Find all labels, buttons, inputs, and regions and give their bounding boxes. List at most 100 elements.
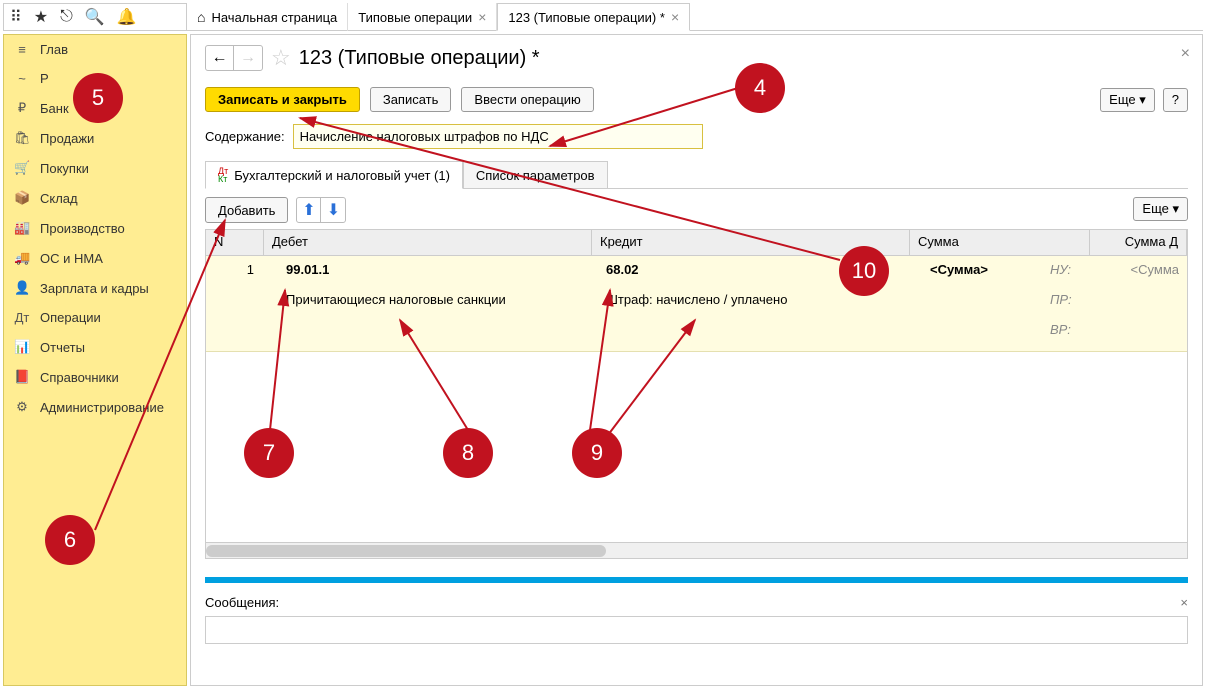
tab-label: 123 (Типовые операции) * — [508, 10, 665, 25]
close-icon[interactable]: × — [478, 9, 486, 25]
truck-icon: 🚚 — [14, 250, 30, 266]
sidebar-item-operations[interactable]: Дт Операции — [4, 303, 186, 332]
ruble-icon: ₽ — [14, 100, 30, 116]
close-messages-icon[interactable]: × — [1180, 595, 1188, 610]
bars-icon: 📊 — [14, 339, 30, 355]
sidebar-item-production[interactable]: 🏭 Производство — [4, 213, 186, 243]
sidebar-item-label: Отчеты — [40, 340, 85, 355]
cart-icon: 🛒 — [14, 160, 30, 176]
sidebar-item-label: Банк — [40, 101, 69, 116]
save-close-button[interactable]: Записать и закрыть — [205, 87, 360, 112]
badge-8: 8 — [443, 428, 493, 478]
star-icon[interactable]: ★ — [34, 7, 48, 27]
sidebar-item-refs[interactable]: 📕 Справочники — [4, 362, 186, 392]
menu-icon: ≡ — [14, 42, 30, 57]
tab-params[interactable]: Список параметров — [463, 161, 608, 188]
badge-7: 7 — [244, 428, 294, 478]
page-title: 123 (Типовые операции) * — [299, 47, 540, 70]
sidebar-item-label: Администрирование — [40, 400, 164, 415]
apps-icon[interactable]: ⠿ — [10, 7, 22, 27]
help-button[interactable]: ? — [1163, 88, 1188, 112]
sidebar-item-label: Операции — [40, 310, 101, 325]
credit-description: Штраф: начислено / уплачено — [606, 292, 787, 307]
move-down-button[interactable]: ⬇ — [321, 198, 345, 222]
accounting-grid: N Дебет Кредит Сумма Сумма Д 1 99.01.1 П… — [205, 229, 1188, 559]
badge-9: 9 — [572, 428, 622, 478]
person-icon: 👤 — [14, 280, 30, 296]
col-n[interactable]: N — [206, 230, 264, 255]
bell-icon[interactable]: 🔔 — [117, 7, 137, 27]
tab-home[interactable]: ⌂ Начальная страница — [187, 3, 348, 31]
sidebar: ≡Глав ~Р ₽Банк 🛍Продажи 🛒Покупки 📦Склад … — [3, 34, 187, 686]
content-input[interactable] — [293, 124, 703, 149]
sidebar-item-salary[interactable]: 👤Зарплата и кадры — [4, 273, 186, 303]
topbar: ⠿ ★ ⎋ 🔍 🔔 ⌂ Начальная страница Типовые о… — [3, 3, 1203, 31]
messages-body — [205, 616, 1188, 644]
dtkt-icon: Дт — [14, 310, 30, 325]
messages-label: Сообщения: — [205, 595, 279, 610]
tab-home-label: Начальная страница — [211, 10, 337, 25]
favorite-star-icon[interactable]: ☆ — [271, 45, 291, 71]
content-label: Содержание: — [205, 129, 285, 144]
close-page-icon[interactable]: × — [1181, 45, 1190, 63]
more-grid-button[interactable]: Еще ▾ — [1133, 197, 1188, 221]
save-button[interactable]: Записать — [370, 87, 452, 112]
sidebar-item-warehouse[interactable]: 📦Склад — [4, 183, 186, 213]
tab-typical-ops[interactable]: Типовые операции × — [348, 3, 497, 31]
sidebar-item-sales[interactable]: 🛍Продажи — [4, 123, 186, 153]
tab-accounting[interactable]: ДтКт Бухгалтерский и налоговый учет (1) — [205, 161, 463, 189]
move-up-button[interactable]: ⬆ — [297, 198, 321, 222]
sidebar-item-os-nma[interactable]: 🚚 ОС и НМА — [4, 243, 186, 273]
bag-icon: 🛍 — [14, 130, 30, 146]
credit-account[interactable]: 68.02 — [606, 262, 639, 277]
sidebar-item-reports[interactable]: 📊 Отчеты — [4, 332, 186, 362]
sum-value[interactable]: <Сумма> — [930, 262, 988, 277]
debit-description: Причитающиеся налоговые санкции — [286, 292, 506, 307]
sidebar-item-main[interactable]: ≡ Глав — [4, 35, 186, 64]
gear-icon: ⚙ — [14, 399, 30, 415]
tab-label: Типовые операции — [358, 10, 472, 25]
tab-123[interactable]: 123 (Типовые операции) * × — [497, 3, 690, 31]
sidebar-item-label: Глав — [40, 42, 68, 57]
nu-label: НУ: — [1050, 262, 1071, 277]
vr-label: ВР: — [1050, 322, 1071, 337]
badge-4: 4 — [735, 63, 785, 113]
more-button[interactable]: Еще ▾ — [1100, 88, 1155, 112]
horizontal-scrollbar[interactable] — [206, 542, 1187, 558]
debit-account[interactable]: 99.01.1 — [286, 262, 329, 277]
table-row[interactable]: 1 99.01.1 Причитающиеся налоговые санкци… — [206, 256, 1187, 352]
topbar-tools: ⠿ ★ ⎋ 🔍 🔔 — [3, 3, 187, 31]
col-sumd[interactable]: Сумма Д — [1090, 230, 1187, 255]
badge-10: 10 — [839, 246, 889, 296]
sidebar-item-label: Справочники — [40, 370, 119, 385]
enter-operation-button[interactable]: Ввести операцию — [461, 87, 593, 112]
sidebar-item-purchases[interactable]: 🛒 Покупки — [4, 153, 186, 183]
progress-bar — [205, 577, 1188, 583]
add-button[interactable]: Добавить — [205, 197, 288, 223]
pr-label: ПР: — [1050, 292, 1072, 307]
sidebar-item-label: ОС и НМА — [40, 251, 103, 266]
row-n: 1 — [206, 256, 264, 283]
nav-buttons: ← → — [205, 45, 263, 71]
search-icon[interactable]: 🔍 — [85, 7, 105, 27]
forward-button[interactable]: → — [234, 46, 262, 70]
box-icon: 📦 — [14, 190, 30, 206]
tab-label: Список параметров — [476, 168, 595, 183]
sidebar-item-label: Покупки — [40, 161, 89, 176]
col-debit[interactable]: Дебет — [264, 230, 592, 255]
book-icon: 📕 — [14, 369, 30, 385]
sumd-value: <Сумма — [1131, 262, 1179, 277]
chart-icon: ~ — [14, 71, 30, 86]
history-icon[interactable]: ⎋ — [60, 8, 73, 26]
sidebar-item-label: Производство — [40, 221, 125, 236]
close-icon[interactable]: × — [671, 9, 679, 25]
dtkt-icon: ДтКт — [218, 167, 228, 183]
tab-bar: ⌂ Начальная страница Типовые операции × … — [187, 3, 1203, 31]
sidebar-item-label: Р — [40, 71, 49, 86]
factory-icon: 🏭 — [14, 220, 30, 236]
badge-6: 6 — [45, 515, 95, 565]
col-sum[interactable]: Сумма — [910, 230, 1090, 255]
home-icon: ⌂ — [197, 9, 205, 25]
back-button[interactable]: ← — [206, 46, 234, 70]
sidebar-item-admin[interactable]: ⚙ Администрирование — [4, 392, 186, 422]
